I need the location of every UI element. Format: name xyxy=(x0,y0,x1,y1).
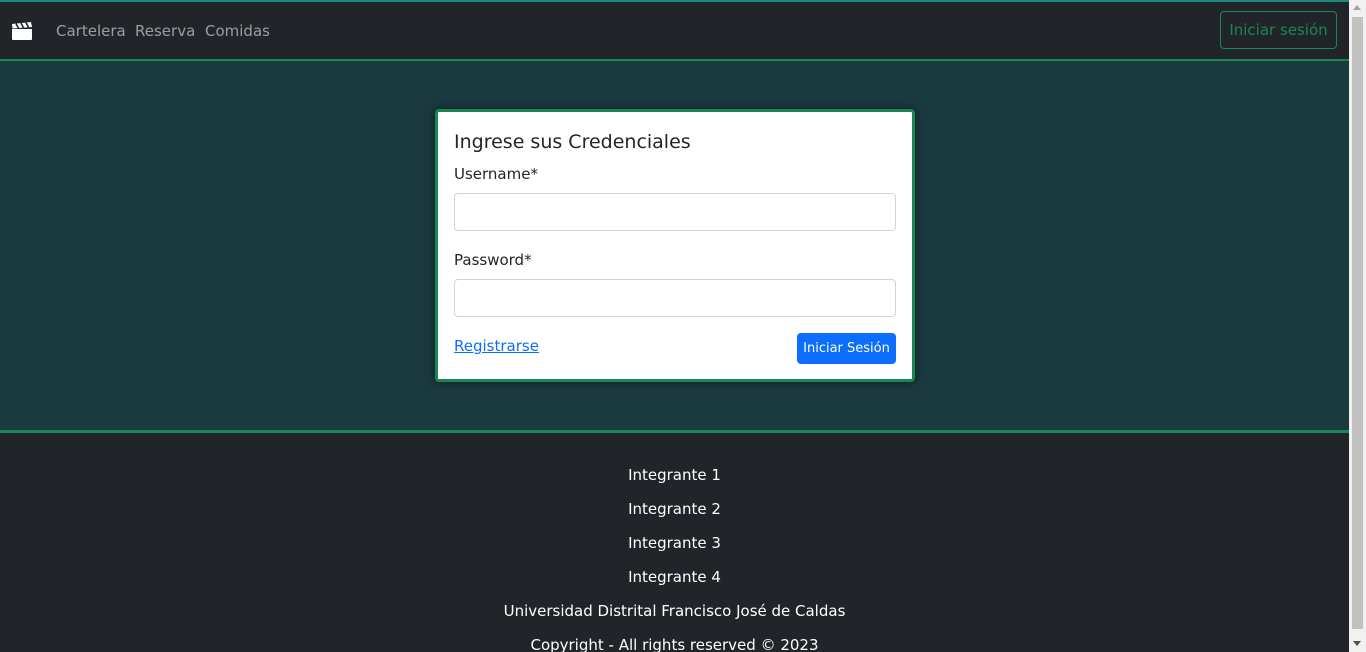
login-submit-button[interactable]: Iniciar Sesión xyxy=(797,333,896,364)
footer: Integrante 1 Integrante 2 Integrante 3 I… xyxy=(0,430,1349,652)
footer-member-4: Integrante 4 xyxy=(628,568,721,586)
footer-member-2: Integrante 2 xyxy=(628,500,721,518)
nav-link-comidas[interactable]: Comidas xyxy=(205,21,270,41)
footer-member-1: Integrante 1 xyxy=(628,466,721,484)
username-input[interactable] xyxy=(454,193,896,231)
vertical-scrollbar[interactable] xyxy=(1349,0,1366,652)
navbar-login-button[interactable]: Iniciar sesión xyxy=(1220,11,1337,49)
register-link[interactable]: Registrarse xyxy=(454,336,539,356)
nav-link-cartelera[interactable]: Cartelera xyxy=(56,21,126,41)
scrollbar-thumb[interactable] xyxy=(1352,17,1363,629)
footer-copyright: Copyright - All rights reserved © 2023 xyxy=(530,636,819,652)
navbar: Cartelera Reserva Comidas Iniciar sesión xyxy=(0,0,1349,61)
login-card: Ingrese sus Credenciales Username* Passw… xyxy=(435,109,915,382)
password-input[interactable] xyxy=(454,279,896,317)
footer-university: Universidad Distrital Francisco José de … xyxy=(503,602,846,620)
login-card-title: Ingrese sus Credenciales xyxy=(454,131,691,153)
scroll-down-arrow-icon[interactable] xyxy=(1353,641,1361,646)
footer-member-3: Integrante 3 xyxy=(628,534,721,552)
username-label: Username* xyxy=(454,165,538,183)
page: Cartelera Reserva Comidas Iniciar sesión… xyxy=(0,0,1349,652)
password-label: Password* xyxy=(454,251,532,269)
scroll-up-arrow-icon[interactable] xyxy=(1353,5,1361,10)
main-content: Ingrese sus Credenciales Username* Passw… xyxy=(0,61,1349,431)
clapperboard-icon[interactable] xyxy=(11,21,33,41)
nav-link-reserva[interactable]: Reserva xyxy=(135,21,195,41)
